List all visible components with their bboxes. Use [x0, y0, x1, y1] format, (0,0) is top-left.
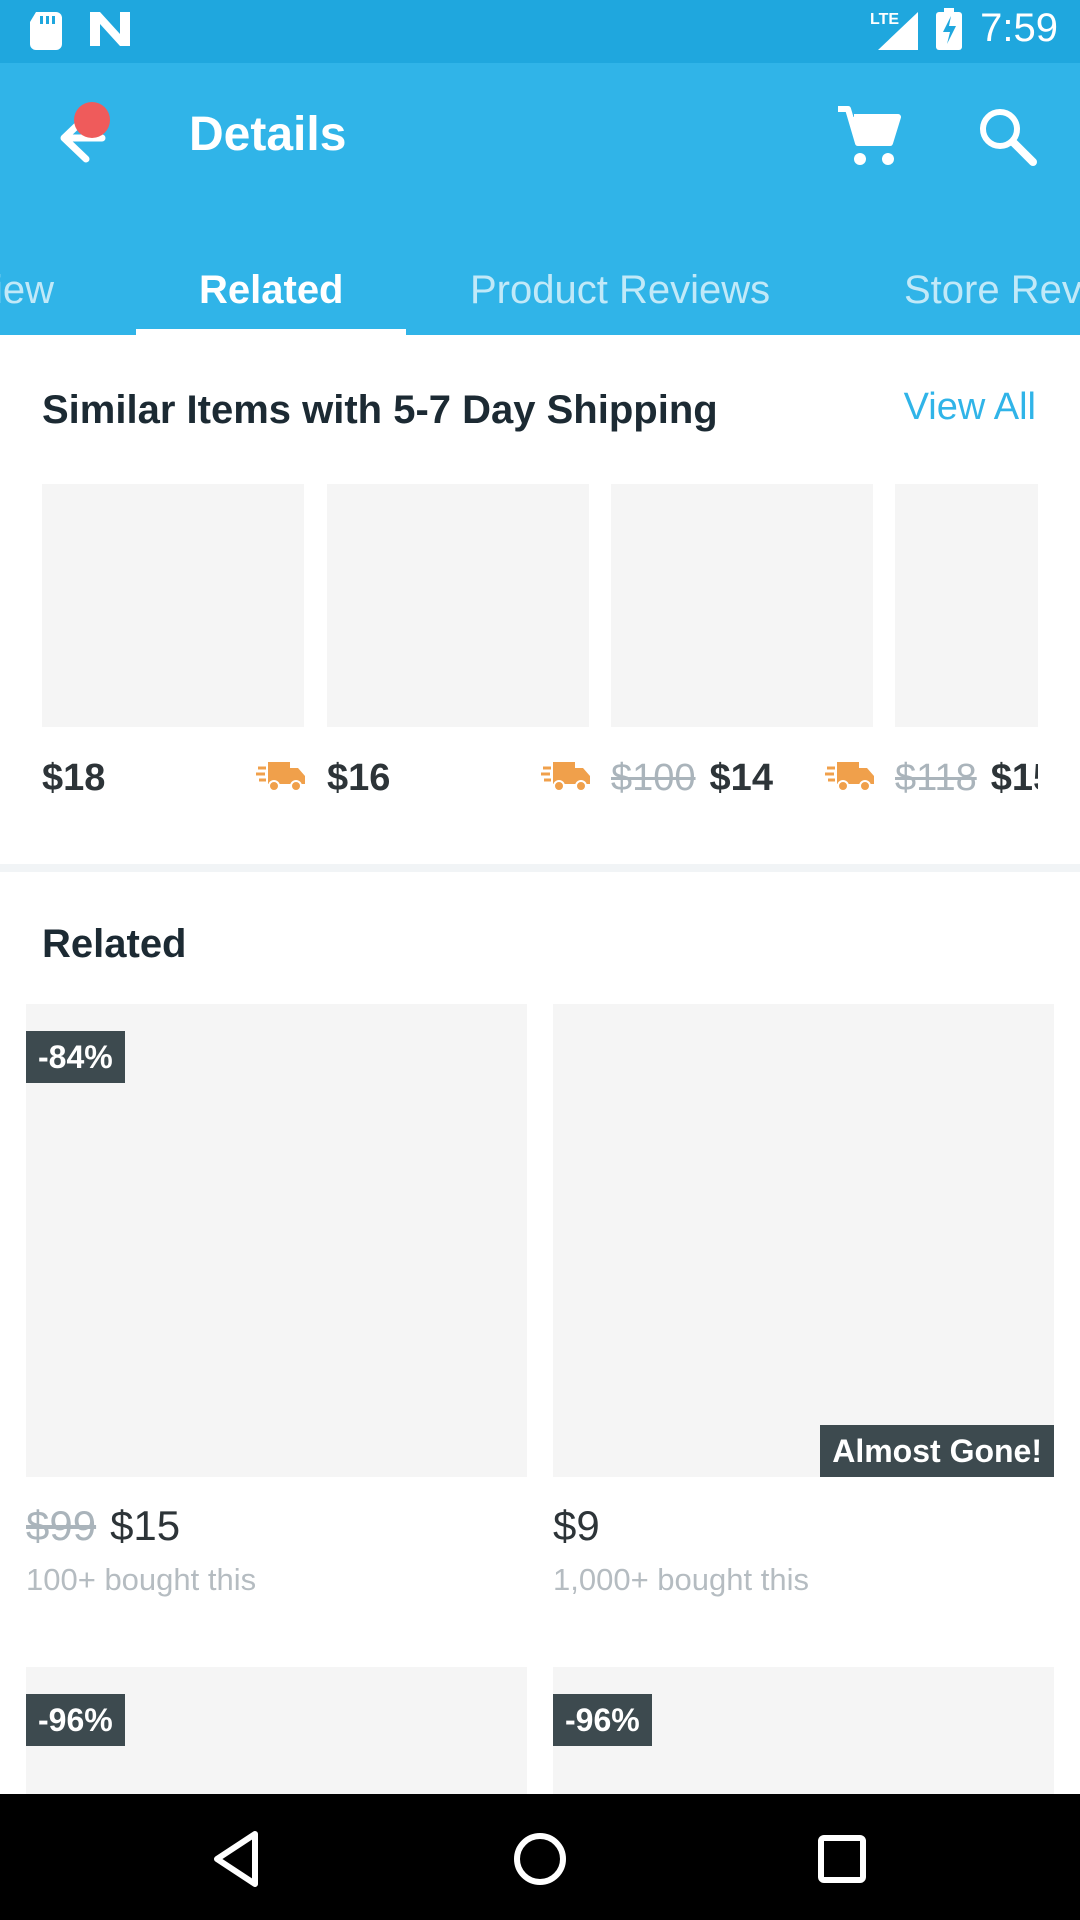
- network-type-label: LTE: [870, 11, 899, 28]
- discount-badge: -96%: [553, 1694, 652, 1746]
- similar-item-price-row: $100 $14: [611, 753, 773, 803]
- similar-item-old-price: $100: [611, 756, 696, 799]
- similar-item-price-row: $16: [327, 753, 390, 803]
- product-card-price-row: $9: [553, 1502, 600, 1550]
- sd-card-icon: [30, 12, 62, 50]
- search-icon[interactable]: [976, 105, 1038, 167]
- view-all-link[interactable]: View All: [904, 386, 1036, 429]
- similar-item-price: $16: [327, 756, 391, 799]
- signal-icon: LTE: [870, 11, 919, 50]
- status-time: 7:59: [980, 6, 1058, 50]
- product-old-price: $99: [26, 1502, 97, 1549]
- tab-related[interactable]: Related: [199, 245, 344, 335]
- similar-item-price: $18: [42, 756, 106, 799]
- product-card-image[interactable]: -84%: [26, 1004, 527, 1477]
- similar-item-image[interactable]: [895, 484, 1038, 727]
- n-notification-icon: [90, 12, 130, 46]
- home-nav-icon[interactable]: [505, 1824, 575, 1894]
- tab-indicator: [136, 329, 406, 335]
- notification-dot: [74, 102, 110, 138]
- almost-gone-badge: Almost Gone!: [820, 1425, 1054, 1477]
- discount-badge: -96%: [26, 1694, 125, 1746]
- similar-item-price: $14: [709, 756, 773, 799]
- tab-store-reviews[interactable]: Store Rev: [904, 245, 1080, 335]
- product-price: $9: [553, 1502, 600, 1549]
- app-bar: Details iew Related Product Reviews Stor…: [0, 63, 1080, 335]
- tab-bar: iew Related Product Reviews Store Rev: [0, 245, 1080, 335]
- discount-badge: -84%: [26, 1031, 125, 1083]
- page-title: Details: [189, 108, 347, 161]
- truck-icon: [541, 762, 590, 792]
- system-nav-bar: [0, 1794, 1080, 1920]
- tab-product-reviews[interactable]: Product Reviews: [470, 245, 770, 335]
- section-divider: [0, 864, 1080, 872]
- tab-overview[interactable]: iew: [0, 245, 54, 335]
- similar-item-old-price: $118: [895, 756, 977, 799]
- truck-icon: [825, 762, 874, 792]
- similar-item-price-row: $18: [42, 753, 105, 803]
- truck-icon: [256, 762, 305, 792]
- similar-items-title: Similar Items with 5-7 Day Shipping: [42, 388, 718, 432]
- product-card-image[interactable]: -96%: [26, 1667, 527, 1794]
- similar-item-price-row: $118 $15: [895, 753, 1038, 803]
- battery-charging-icon: [936, 7, 963, 50]
- cart-icon[interactable]: [836, 103, 902, 169]
- related-section-title: Related: [42, 922, 187, 966]
- similar-item-image[interactable]: [327, 484, 589, 727]
- bought-count: 100+ bought this: [26, 1562, 257, 1597]
- back-nav-icon[interactable]: [203, 1824, 273, 1894]
- product-price: $15: [110, 1502, 181, 1549]
- product-card-image[interactable]: -96%: [553, 1667, 1054, 1794]
- similar-item-price: $15: [990, 756, 1038, 799]
- product-card-price-row: $99 $15: [26, 1502, 180, 1550]
- product-card-image[interactable]: Almost Gone!: [553, 1004, 1054, 1477]
- similar-item-image[interactable]: [42, 484, 304, 727]
- status-bar: LTE 7:59: [0, 0, 1080, 63]
- recents-nav-icon[interactable]: [807, 1824, 877, 1894]
- bought-count: 1,000+ bought this: [553, 1562, 809, 1597]
- similar-item-image[interactable]: [611, 484, 873, 727]
